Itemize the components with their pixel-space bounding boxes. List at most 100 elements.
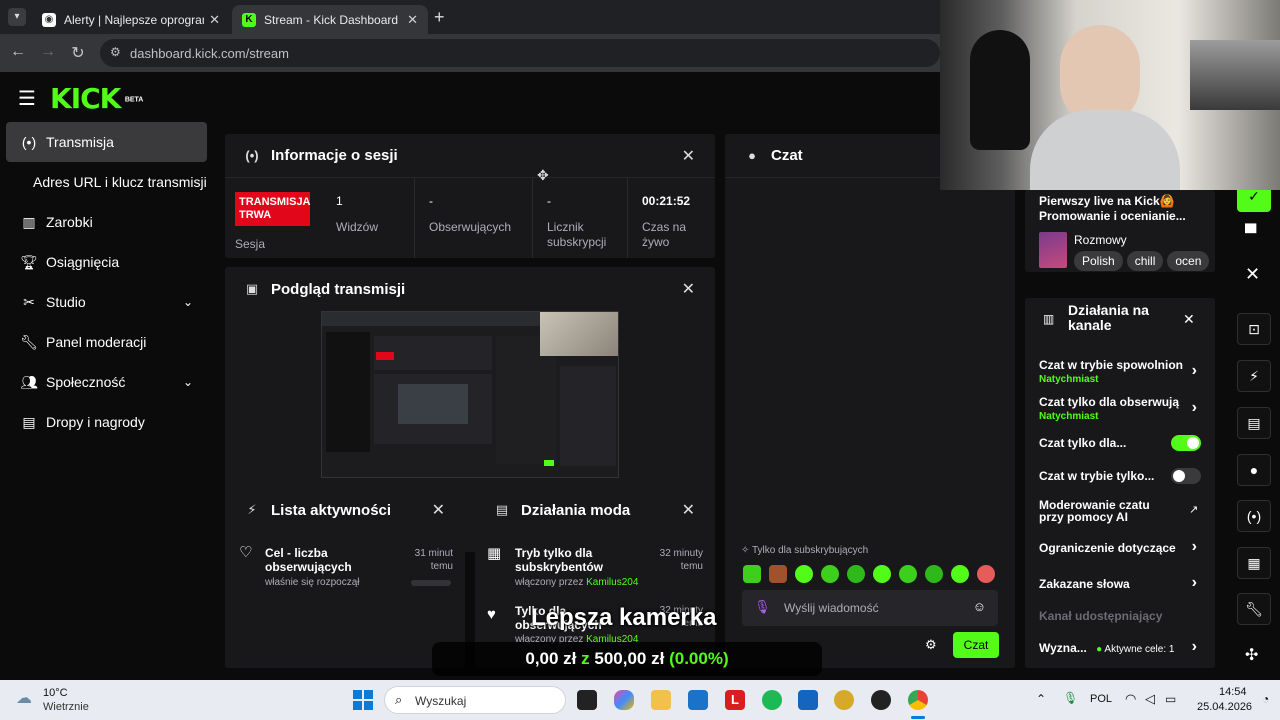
chat-send-button[interactable]: Czat [953, 632, 999, 658]
browser-tab-alerty[interactable]: ◉ Alerty | Najlepsze oprogramow ✕ [32, 5, 230, 34]
external-link-icon[interactable]: ↗ [1189, 503, 1198, 516]
sidebar-item-stream-key[interactable]: Adres URL i klucz transmisji [0, 162, 215, 202]
clock-date[interactable]: 25.04.2026 [1197, 701, 1252, 713]
wifi-icon[interactable]: ◠ [1125, 691, 1136, 707]
sidebar-item-panel-moderacji[interactable]: 🔧︎ Panel moderacji [0, 322, 215, 362]
emote-icon[interactable] [847, 565, 865, 583]
close-icon[interactable]: ✕ [682, 279, 695, 299]
close-tab-icon[interactable]: ✕ [209, 12, 220, 28]
close-icon[interactable]: ✕ [1183, 311, 1195, 328]
chat-message-input[interactable]: 🎙︎ Wyślij wiadomość ☺ [742, 590, 998, 626]
drag-handle-icon[interactable]: ✥ [537, 167, 549, 184]
tab-search-button[interactable]: ▾ [8, 8, 26, 26]
restrictions-row[interactable]: Ograniczenie dotyczące › [1039, 538, 1201, 555]
emote-icon[interactable] [769, 565, 787, 583]
spotify-icon[interactable] [762, 690, 782, 710]
panel-header: ▤ Działania moda ✕ [475, 488, 715, 532]
wrench-button[interactable]: 🔧︎ [1237, 593, 1271, 625]
dashboard-button[interactable]: ▦ [1237, 547, 1271, 579]
app-l-icon[interactable]: L [725, 690, 745, 710]
clock-time[interactable]: 14:54 [1219, 686, 1247, 698]
close-icon[interactable]: ✕ [682, 500, 695, 520]
outlook-icon[interactable] [798, 690, 818, 710]
sidebar-item-zarobki[interactable]: ▥ Zarobki [0, 202, 215, 242]
tag-chip[interactable]: ocen [1167, 251, 1210, 271]
chat-settings-icon[interactable]: ⚙ [925, 637, 937, 653]
chrome-icon[interactable] [908, 690, 928, 710]
emoji-icon[interactable]: ☺ [973, 599, 986, 614]
screenshot-button[interactable]: ⊡ [1237, 313, 1271, 345]
emote-icon[interactable] [925, 565, 943, 583]
sidebar-item-dropy[interactable]: ▤ Dropy i nagrody [0, 402, 215, 442]
stream-preview-video[interactable] [321, 311, 619, 478]
emote-icon[interactable] [977, 565, 995, 583]
kick-logo[interactable]: KICK BETA [50, 82, 143, 115]
emote-icon[interactable] [873, 565, 891, 583]
goals-row[interactable]: Wyzna... ● Aktywne cele: 1 › [1039, 638, 1201, 655]
menu-icon[interactable]: ☰ [18, 86, 36, 111]
layout-icon[interactable]: ▀ [1245, 225, 1256, 243]
tag-chip[interactable]: chill [1126, 251, 1164, 271]
emote-only-toggle[interactable] [1171, 468, 1201, 484]
app-icon[interactable] [834, 690, 854, 710]
microphone-tray-icon[interactable]: 🎙︎ [1063, 691, 1078, 705]
emote-icon[interactable] [743, 565, 761, 583]
emote-icon[interactable] [821, 565, 839, 583]
store-icon[interactable] [688, 690, 708, 710]
task-view-icon[interactable] [577, 690, 597, 710]
sidebar-item-transmisja[interactable]: (•) Transmisja [6, 122, 207, 162]
taskbar-search[interactable]: ⌕ Wyszukaj [384, 686, 566, 714]
stream-title[interactable]: Pierwszy live na Kick🙆 Promowanie i ocen… [1039, 194, 1211, 224]
app-icon[interactable] [871, 690, 891, 710]
active-app-indicator [911, 716, 925, 719]
url-bar[interactable]: ⚙ dashboard.kick.com/stream [100, 39, 940, 67]
battery-icon[interactable]: ▭ [1165, 692, 1176, 706]
banned-words-row[interactable]: Zakazane słowa › [1039, 574, 1201, 591]
file-explorer-icon[interactable] [651, 690, 671, 710]
close-icon[interactable]: ✕ [432, 500, 445, 520]
sidebar-item-spolecznosc[interactable]: 👥︎ Społeczność ⌄ [0, 362, 215, 402]
document-button[interactable]: ▤ [1237, 407, 1271, 439]
emote-icon[interactable] [951, 565, 969, 583]
language-indicator[interactable]: POL [1090, 693, 1112, 705]
forward-icon[interactable]: → [38, 43, 58, 61]
kick-dashboard: ☰ KICK BETA (•) Transmisja Adres URL i k… [0, 0, 1280, 680]
tag-chip[interactable]: Polish [1074, 251, 1123, 271]
followers-only-row[interactable]: Czat tylko dla obserwują Natychmiast › [1039, 395, 1201, 422]
sidebar-item-studio[interactable]: ✂ Studio ⌄ [0, 282, 215, 322]
chat-bubble-button[interactable]: ● [1237, 454, 1271, 486]
notifications-icon[interactable]: ◔ [1262, 692, 1269, 706]
goal-overlay-bar: 0,00 zł z 500,00 zł (0.00%) [432, 642, 822, 676]
windows-start-icon[interactable] [353, 690, 373, 710]
weather-temp[interactable]: 10°C [43, 687, 68, 699]
volume-icon[interactable]: ◁ [1145, 691, 1155, 707]
subs-only-toggle[interactable] [1171, 435, 1201, 451]
chevron-down-icon[interactable]: ⌄ [183, 295, 193, 309]
browser-tab-kick[interactable]: K Stream - Kick Dashboard ✕ [232, 5, 428, 34]
emote-icon[interactable] [899, 565, 917, 583]
stream-category[interactable]: Rozmowy [1074, 233, 1127, 247]
ai-moderation-row[interactable]: Moderowanie czatu przy pomocy AI [1039, 499, 1177, 523]
puzzle-icon[interactable]: ✣ [1245, 645, 1258, 665]
copilot-icon[interactable] [614, 690, 634, 710]
sidebar-item-osiagniecia[interactable]: 🏆︎ Osiągnięcia [0, 242, 215, 282]
close-tab-icon[interactable]: ✕ [407, 12, 418, 28]
back-icon[interactable]: ← [8, 43, 28, 61]
slow-mode-row[interactable]: Czat w trybie spowolnion Natychmiast › [1039, 358, 1201, 385]
category-thumbnail[interactable] [1039, 232, 1067, 268]
microphone-icon[interactable]: 🎙︎ [754, 599, 771, 615]
weather-icon[interactable]: ☁ [16, 688, 32, 708]
emote-bar[interactable] [743, 564, 999, 584]
broadcast-button[interactable]: (•) [1237, 500, 1271, 532]
lightning-button[interactable]: ⚡︎ [1237, 360, 1271, 392]
chevron-down-icon[interactable]: ⌄ [183, 375, 193, 389]
site-info-icon[interactable]: ⚙ [110, 45, 121, 59]
tray-chevron-up-icon[interactable]: ⌃ [1036, 692, 1046, 706]
close-icon[interactable]: ✕ [682, 146, 695, 166]
weather-desc[interactable]: Wietrznie [43, 701, 89, 713]
emote-icon[interactable] [795, 565, 813, 583]
trophy-icon: 🏆︎ [20, 253, 38, 270]
new-tab-icon[interactable]: + [434, 7, 445, 28]
close-icon[interactable]: ✕ [1245, 264, 1260, 285]
reload-icon[interactable]: ↻ [68, 43, 88, 63]
